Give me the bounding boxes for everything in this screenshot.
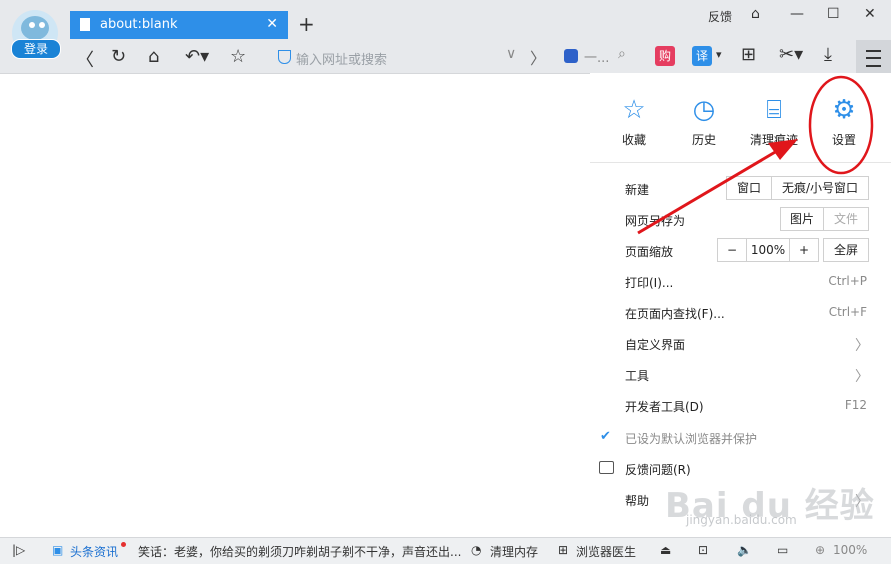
chevron-right-icon: 〉	[855, 338, 869, 354]
clean-memory-label[interactable]: 清理内存	[490, 543, 538, 560]
news-badge	[121, 542, 126, 547]
tab-about-blank[interactable]: about:blank ✕	[70, 11, 288, 39]
mascot-eye-left	[29, 22, 35, 28]
sidebar-toggle-icon[interactable]: |▷	[12, 543, 25, 557]
address-placeholder: 输入网址或搜索	[296, 53, 388, 68]
menu-devtools[interactable]: 开发者工具(D)	[625, 398, 704, 415]
save-image-button[interactable]: 图片	[780, 207, 824, 231]
chevron-right-icon: 〉	[855, 369, 869, 385]
quick-clear-traces[interactable]: ⌸ 清理痕迹	[744, 91, 804, 148]
chevron-down-icon[interactable]: ∨	[506, 46, 516, 62]
menu-feedback[interactable]: 反馈问题(R)	[625, 461, 691, 478]
search-icon[interactable]: ⌕	[618, 46, 626, 62]
maximize-icon[interactable]: ☐	[827, 6, 840, 22]
shield-icon	[278, 50, 291, 64]
menu-new-label: 新建	[625, 183, 650, 197]
broom-icon: ⌸	[766, 95, 782, 125]
find-shortcut: Ctrl+F	[828, 305, 867, 319]
search-text: 一...	[584, 51, 610, 66]
accelerate-icon[interactable]: ⏏	[660, 543, 671, 557]
feedback-icon	[599, 461, 614, 474]
news-label[interactable]: 头条资讯	[70, 543, 118, 560]
mascot-face	[21, 16, 49, 40]
vr-icon[interactable]: ⊡	[698, 543, 708, 557]
status-zoom-level[interactable]: 100%	[833, 543, 867, 557]
menu-saveas-label: 网页另存为	[625, 214, 686, 228]
menu-divider	[590, 162, 891, 163]
menu-customize[interactable]: 自定义界面	[625, 336, 685, 353]
screen-icon[interactable]: ▭	[777, 543, 788, 557]
quick-favorites[interactable]: ☆ 收藏	[604, 91, 664, 148]
home-icon[interactable]: ⌂	[148, 46, 159, 67]
document-icon	[80, 18, 90, 31]
quick-history-label: 历史	[691, 133, 716, 147]
mascot-eye-right	[39, 22, 45, 28]
quick-settings[interactable]: ⚙ 设置	[814, 91, 874, 148]
menu-print[interactable]: 打印(I)...	[625, 274, 673, 291]
gear-icon: ⚙	[832, 95, 856, 125]
refresh-icon[interactable]: ↻	[111, 46, 126, 67]
clock-icon: ◷	[692, 95, 716, 125]
hamburger-icon	[866, 50, 881, 67]
watermark-url: jingyan.baidu.com	[686, 513, 797, 527]
quick-history[interactable]: ◷ 历史	[674, 91, 734, 148]
quick-clear-traces-label: 清理痕迹	[749, 133, 798, 147]
new-window-button[interactable]: 窗口	[726, 176, 772, 200]
zoom-level: 100%	[746, 238, 790, 262]
back-icon[interactable]: 〈	[76, 46, 94, 72]
menu-find[interactable]: 在页面内查找(F)...	[625, 305, 725, 322]
shopping-icon[interactable]: 购	[655, 46, 675, 66]
status-bar: |▷ ▣ 头条资讯 笑话：老婆，你给买的剃须刀咋剃胡子剃不干净，声音还出... …	[0, 537, 891, 564]
translate-dropdown-icon[interactable]: ▾	[716, 48, 722, 61]
print-shortcut: Ctrl+P	[828, 274, 867, 288]
fullscreen-button[interactable]: 全屏	[823, 238, 869, 262]
new-incognito-button[interactable]: 无痕/小号窗口	[771, 176, 869, 200]
apps-grid-icon[interactable]: ⊞	[741, 44, 756, 65]
undo-icon[interactable]: ↶▾	[185, 46, 209, 67]
scissors-icon[interactable]: ✂▾	[779, 44, 803, 65]
check-icon: ✔	[600, 429, 611, 444]
volume-icon[interactable]: 🔈	[737, 543, 752, 557]
news-icon: ▣	[52, 543, 64, 557]
doctor-icon: ⊞	[558, 543, 569, 557]
translate-icon[interactable]: 译	[692, 46, 712, 66]
search-box[interactable]: 一... ⌕	[558, 42, 638, 70]
download-icon[interactable]: ⤓	[824, 44, 832, 65]
menu-tools[interactable]: 工具	[625, 367, 649, 384]
main-menu-button[interactable]	[856, 40, 891, 73]
new-tab-button[interactable]: +	[298, 12, 315, 36]
minimize-icon[interactable]: —	[790, 6, 804, 22]
browser-toolbar: 登录 about:blank ✕ + 反馈 ⌂ — ☐ ✕ 〈 ↻ ⌂ ↶▾ ☆…	[0, 0, 891, 74]
doctor-label[interactable]: 浏览器医生	[576, 543, 636, 560]
zoom-in-button[interactable]: +	[789, 238, 819, 262]
feedback-link[interactable]: 反馈	[708, 8, 732, 25]
menu-default-browser: 已设为默认浏览器并保护	[625, 432, 758, 446]
main-menu-panel: ☆ 收藏 ◷ 历史 ⌸ 清理痕迹 ⚙ 设置 新建 窗口 无痕/小号窗口 网页另存…	[590, 73, 891, 537]
quick-favorites-label: 收藏	[621, 133, 646, 147]
save-file-button[interactable]: 文件	[823, 207, 869, 231]
close-window-icon[interactable]: ✕	[864, 6, 876, 22]
search-engine-icon[interactable]	[564, 49, 578, 63]
zoom-icon: ⊕	[815, 543, 826, 557]
clean-memory-icon: ◔	[471, 543, 482, 557]
menu-zoom-label: 页面缩放	[625, 245, 674, 259]
quick-settings-label: 设置	[831, 133, 856, 147]
star-icon: ☆	[622, 95, 646, 125]
menu-help[interactable]: 帮助	[625, 492, 649, 509]
devtools-shortcut: F12	[844, 398, 867, 412]
address-bar[interactable]: 输入网址或搜索 ∨ 〉	[270, 42, 550, 70]
skin-icon[interactable]: ⌂	[751, 6, 760, 22]
zoom-out-button[interactable]: −	[717, 238, 747, 262]
forward-icon[interactable]: 〉	[530, 45, 546, 69]
favorite-star-icon[interactable]: ☆	[230, 46, 246, 67]
tab-close-icon[interactable]: ✕	[266, 16, 278, 32]
news-headline[interactable]: 笑话：老婆，你给买的剃须刀咋剃胡子剃不干净，声音还出...	[138, 543, 461, 560]
tab-title: about:blank	[100, 17, 178, 32]
